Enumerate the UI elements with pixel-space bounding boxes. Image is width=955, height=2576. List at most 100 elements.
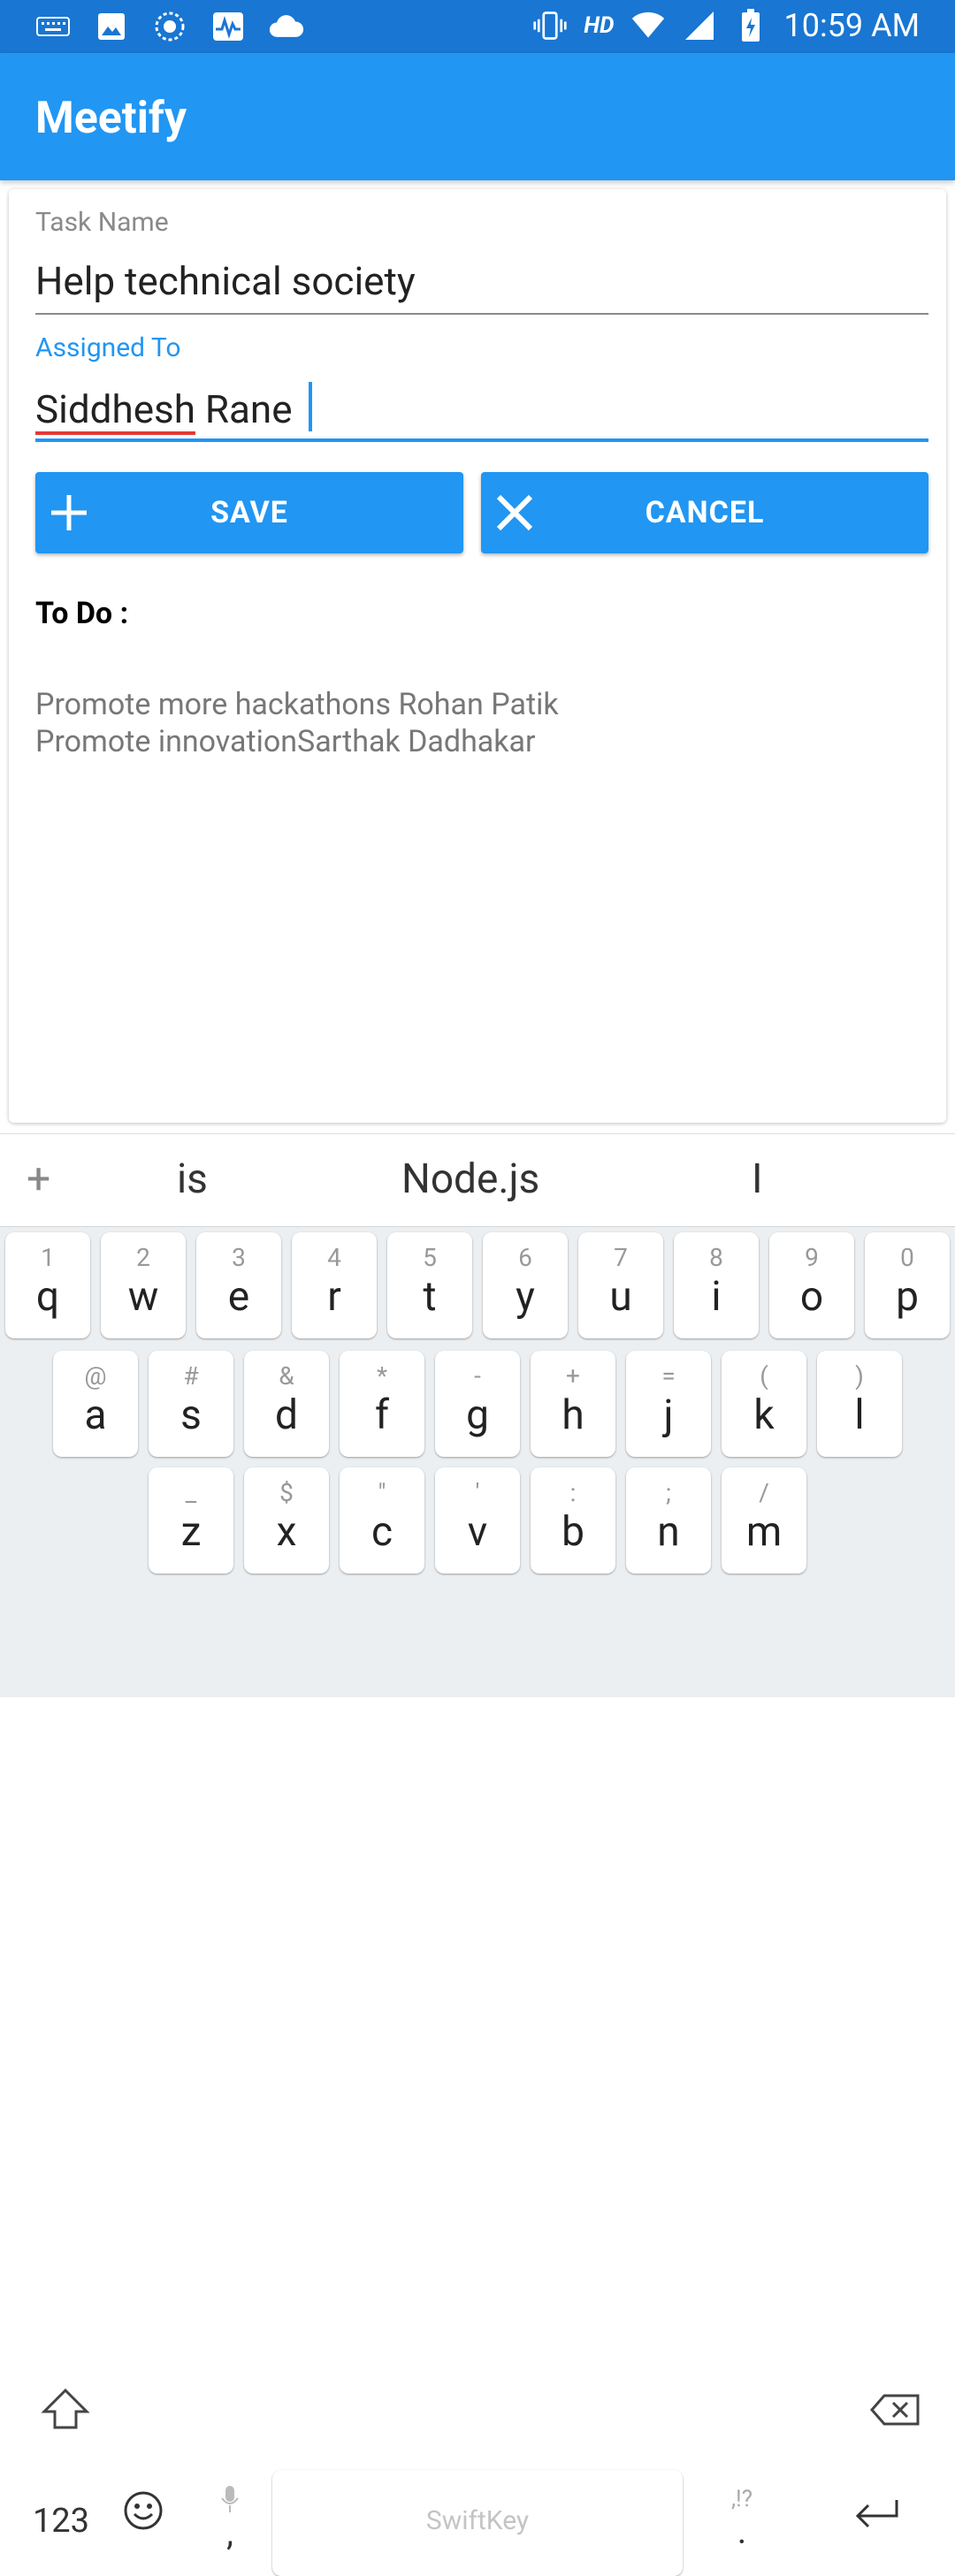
- suggestion-right[interactable]: I: [752, 1155, 763, 1203]
- key-p[interactable]: 0p: [865, 1232, 950, 1338]
- key-hint: 8: [709, 1243, 723, 1272]
- key-m[interactable]: / m: [722, 1467, 806, 1574]
- assigned-to-first-name: Siddhesh: [35, 386, 195, 432]
- key-o[interactable]: 9o: [769, 1232, 854, 1338]
- key-label: s: [180, 1391, 202, 1439]
- key-q[interactable]: 1q: [5, 1232, 90, 1338]
- period-hint: ,!?: [730, 2486, 753, 2512]
- key-s[interactable]: # s: [149, 1351, 233, 1457]
- key-label: e: [227, 1273, 250, 1321]
- key-label: v: [467, 1508, 488, 1556]
- key-hint: ;: [666, 1478, 671, 1507]
- backspace-key[interactable]: [860, 2374, 930, 2454]
- key-label: d: [275, 1391, 298, 1439]
- status-bar: HD 10:59 AM: [0, 0, 955, 53]
- wifi-icon: [630, 8, 666, 43]
- key-c[interactable]: " c: [340, 1467, 424, 1574]
- backspace-icon: [870, 2394, 920, 2426]
- key-hint: *: [376, 1361, 388, 1391]
- shift-icon: [41, 2388, 90, 2429]
- key-hint: =: [661, 1361, 676, 1391]
- key-x[interactable]: $ x: [244, 1467, 329, 1574]
- swiftkey-keyboard: + is Node.js I 1q2w3e4r5t6y7u8i9o0p @ a # s…: [0, 1133, 955, 2576]
- save-button[interactable]: SAVE: [35, 472, 463, 553]
- key-k[interactable]: (k: [722, 1351, 806, 1457]
- key-label: o: [799, 1273, 824, 1321]
- vibrate-icon: [532, 8, 568, 43]
- cancel-button[interactable]: CANCEL: [481, 472, 928, 553]
- key-a[interactable]: @ a: [53, 1351, 138, 1457]
- toolbar-expand-icon[interactable]: +: [27, 1154, 50, 1204]
- key-h[interactable]: + h: [531, 1351, 615, 1457]
- key-w[interactable]: 2w: [101, 1232, 186, 1338]
- space-key[interactable]: SwiftKey: [272, 2470, 683, 2576]
- key-label: y: [516, 1273, 535, 1321]
- assigned-to-last-name: Rane: [195, 386, 302, 432]
- key-hint: 2: [136, 1243, 150, 1272]
- emoji-icon: [124, 2491, 163, 2530]
- key-label: k: [753, 1391, 775, 1439]
- key-u[interactable]: 7u: [578, 1232, 663, 1338]
- key-y[interactable]: 6y: [483, 1232, 568, 1338]
- key-hint: #: [183, 1361, 199, 1391]
- shift-key[interactable]: [30, 2374, 101, 2454]
- key-r[interactable]: 4r: [292, 1232, 377, 1338]
- sync-icon: [152, 9, 187, 44]
- key-b[interactable]: :b: [531, 1467, 615, 1574]
- key-d[interactable]: & d: [244, 1351, 329, 1457]
- task-name-input[interactable]: Help technical society: [35, 258, 928, 304]
- key-label: q: [35, 1273, 60, 1321]
- key-hint: 5: [423, 1243, 437, 1272]
- key-hint: /: [759, 1478, 769, 1507]
- enter-icon: [855, 2500, 898, 2528]
- key-j[interactable]: = j: [626, 1351, 711, 1457]
- key-label: l: [854, 1391, 865, 1439]
- key-hint: 1: [41, 1243, 55, 1272]
- key-f[interactable]: * f: [340, 1351, 424, 1457]
- key-g[interactable]: -g: [435, 1351, 520, 1457]
- key-t[interactable]: 5t: [387, 1232, 472, 1338]
- key-hint: 7: [614, 1243, 628, 1272]
- key-hint: 6: [518, 1243, 532, 1272]
- numbers-key[interactable]: 123: [12, 2502, 110, 2541]
- key-v[interactable]: ' v: [435, 1467, 520, 1574]
- key-label: n: [657, 1508, 680, 1556]
- assigned-to-label: Assigned To: [35, 332, 181, 363]
- key-z[interactable]: _ z: [149, 1467, 233, 1574]
- emoji-key[interactable]: [115, 2489, 172, 2546]
- key-label: m: [745, 1508, 783, 1556]
- suggestion-left[interactable]: is: [177, 1155, 208, 1203]
- key-hint: -: [474, 1361, 481, 1391]
- key-label: g: [466, 1391, 489, 1439]
- status-right-icons: HD 10:59 AM: [532, 7, 920, 44]
- keyboard-icon: [35, 9, 71, 44]
- key-hint: 0: [900, 1243, 914, 1272]
- enter-key[interactable]: [840, 2495, 914, 2548]
- key-label: p: [896, 1273, 919, 1321]
- key-hint: &: [279, 1361, 294, 1391]
- assigned-to-input[interactable]: Siddhesh Rane: [35, 382, 928, 432]
- key-label: i: [711, 1273, 722, 1321]
- key-label: x: [276, 1508, 297, 1556]
- suggestion-center[interactable]: Node.js: [401, 1155, 539, 1203]
- app-bar: Meetify: [0, 53, 955, 180]
- period-key[interactable]: ,!? .: [711, 2486, 773, 2552]
- comma-key[interactable]: ,: [202, 2484, 258, 2554]
- hd-icon: HD: [584, 12, 615, 39]
- todo-list: Promote more hackathons Rohan Patik Prom…: [35, 686, 559, 760]
- key-l[interactable]: ) l: [817, 1351, 902, 1457]
- key-i[interactable]: 8i: [674, 1232, 759, 1338]
- key-n[interactable]: ; n: [626, 1467, 711, 1574]
- key-hint: 3: [232, 1243, 246, 1272]
- key-hint: (: [760, 1361, 768, 1391]
- key-label: u: [609, 1273, 632, 1321]
- app-title: Meetify: [35, 93, 187, 144]
- key-hint: _: [185, 1478, 197, 1507]
- task-name-label: Task Name: [35, 207, 169, 238]
- key-hint: @: [84, 1361, 107, 1391]
- key-hint: ': [475, 1478, 480, 1507]
- key-e[interactable]: 3e: [196, 1232, 281, 1338]
- key-label: w: [127, 1273, 159, 1321]
- cloud-icon: [269, 9, 304, 44]
- key-label: a: [84, 1391, 107, 1439]
